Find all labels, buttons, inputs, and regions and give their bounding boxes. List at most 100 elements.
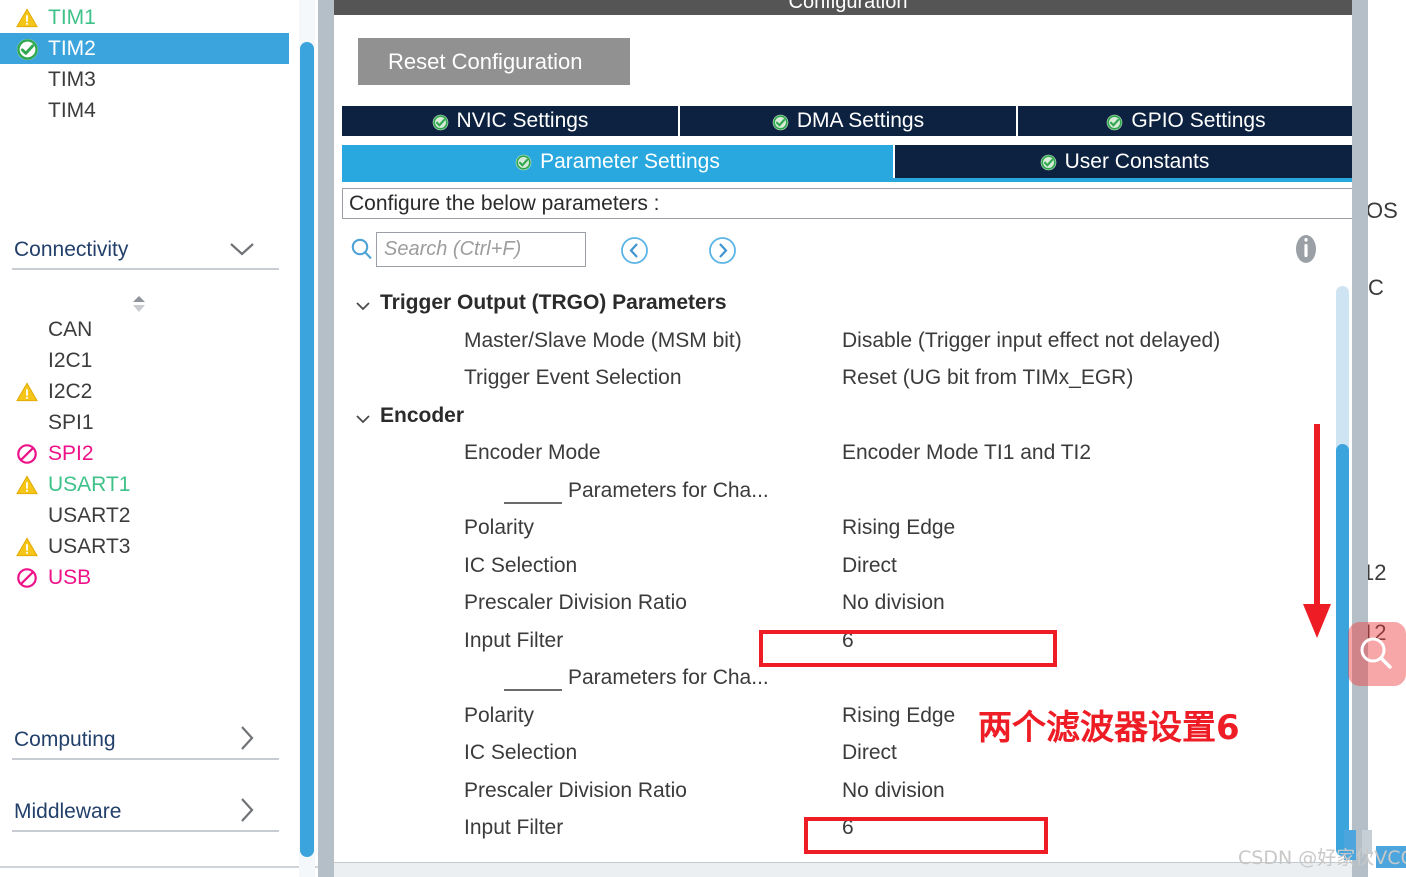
panel-titlebar: Configuration xyxy=(334,0,1362,15)
sidebar-section-label: Middleware xyxy=(14,800,122,823)
param-group-encoder[interactable]: Encoder xyxy=(342,401,1354,439)
param-value[interactable]: Rising Edge xyxy=(842,704,955,728)
info-icon[interactable] xyxy=(1290,232,1322,266)
sidebar-item-label: I2C1 xyxy=(48,349,93,372)
warning-icon xyxy=(16,381,38,403)
param-subheader-channel-1: Parameters for Cha... xyxy=(342,476,1354,514)
panel-title: Configuration xyxy=(788,0,908,13)
param-group-label: Encoder xyxy=(380,403,465,427)
param-name: Polarity xyxy=(464,516,535,539)
param-row-prescaler-ch2[interactable]: Prescaler Division Ratio No division xyxy=(342,776,1354,814)
sidebar-item-tim3[interactable]: TIM3 xyxy=(0,64,289,95)
tab-parameter-settings[interactable]: Parameter Settings xyxy=(342,145,893,178)
tab-nvic-settings[interactable]: NVIC Settings xyxy=(342,106,678,136)
chevron-down-icon xyxy=(229,239,255,261)
sidebar-item-label: CAN xyxy=(48,318,93,341)
sidebar-item-usart2[interactable]: USART2 xyxy=(0,500,289,531)
search-next-button[interactable] xyxy=(708,236,737,265)
tab-user-constants[interactable]: User Constants xyxy=(895,145,1354,178)
sidebar-section-computing[interactable]: Computing xyxy=(0,722,289,758)
param-name: Encoder Mode xyxy=(464,441,601,464)
sidebar-item-label: TIM2 xyxy=(48,37,96,60)
sidebar-item-label: TIM1 xyxy=(48,6,96,29)
sidebar-section-label: Connectivity xyxy=(14,238,129,261)
param-value[interactable]: Disable (Trigger input effect not delaye… xyxy=(842,329,1220,353)
parameter-tree[interactable]: Trigger Output (TRGO) Parameters Master/… xyxy=(342,288,1354,860)
param-value[interactable]: Reset (UG bit from TIMx_EGR) xyxy=(842,366,1133,390)
sidebar-section-connectivity[interactable]: Connectivity xyxy=(0,232,289,268)
sidebar-item-label: TIM4 xyxy=(48,99,96,122)
param-row-ic-selection-ch1[interactable]: IC Selection Direct xyxy=(342,551,1354,589)
sort-arrows-icon[interactable] xyxy=(128,294,150,314)
sidebar-scrollbar-thumb[interactable] xyxy=(300,42,314,857)
annotation-note: 两个滤波器设置6 xyxy=(978,708,1240,748)
sidebar-item-usart3[interactable]: USART3 xyxy=(0,531,289,562)
check-circle-icon xyxy=(515,153,532,171)
sidebar-item-tim2[interactable]: TIM2 xyxy=(0,33,289,64)
chevron-down-icon[interactable] xyxy=(356,412,370,426)
param-row-polarity-ch1[interactable]: Polarity Rising Edge xyxy=(342,513,1354,551)
disabled-icon xyxy=(16,443,38,465)
param-value[interactable]: Rising Edge xyxy=(842,516,955,540)
sidebar-item-spi2[interactable]: SPI2 xyxy=(0,438,289,469)
param-row-prescaler-ch1[interactable]: Prescaler Division Ratio No division xyxy=(342,588,1354,626)
settings-tab-row-1: NVIC Settings DMA Settings GPIO Settings xyxy=(342,106,1354,136)
warning-icon xyxy=(16,7,38,29)
highlight-box-input-filter-ch2 xyxy=(804,817,1048,854)
sidebar-item-label: SPI1 xyxy=(48,411,94,434)
tab-dma-settings[interactable]: DMA Settings xyxy=(680,106,1016,136)
param-row-encoder-mode[interactable]: Encoder Mode Encoder Mode TI1 and TI2 xyxy=(342,438,1354,476)
param-name: Prescaler Division Ratio xyxy=(464,778,687,802)
clipped-text-1: OS xyxy=(1368,198,1398,223)
param-value[interactable]: No division xyxy=(842,779,945,803)
sidebar-item-usart1[interactable]: USART1 xyxy=(0,469,289,500)
param-group-trgo[interactable]: Trigger Output (TRGO) Parameters xyxy=(342,288,1354,326)
chevron-down-icon[interactable] xyxy=(356,299,370,313)
sidebar-bottom-edge xyxy=(0,866,334,877)
param-subheader-label: Parameters for Cha... xyxy=(568,478,769,502)
disabled-icon xyxy=(16,567,38,589)
subheader-rule xyxy=(504,689,562,691)
sidebar-item-label: USART3 xyxy=(48,535,131,558)
vertical-divider xyxy=(318,0,334,877)
sidebar-section-label: Computing xyxy=(14,728,116,751)
divider xyxy=(12,758,279,760)
param-name: Input Filter xyxy=(464,816,564,839)
reset-configuration-button[interactable]: Reset Configuration xyxy=(358,38,630,85)
check-circle-icon xyxy=(1040,153,1057,171)
param-row-trigger-event-selection[interactable]: Trigger Event Selection Reset (UG bit fr… xyxy=(342,363,1354,401)
warning-icon xyxy=(16,536,38,558)
panel-outer-divider xyxy=(1352,0,1368,877)
tab-label: DMA Settings xyxy=(796,109,925,132)
param-row-master-slave-mode[interactable]: Master/Slave Mode (MSM bit) Disable (Tri… xyxy=(342,326,1354,364)
tab-label: NVIC Settings xyxy=(456,109,589,132)
param-value[interactable]: Encoder Mode TI1 and TI2 xyxy=(842,441,1091,465)
sidebar-item-i2c1[interactable]: I2C1 xyxy=(0,345,289,376)
panel-bottom-edge xyxy=(334,862,1362,877)
param-subheader-channel-2: Parameters for Cha... xyxy=(342,663,1354,701)
param-value[interactable]: Direct xyxy=(842,741,897,765)
param-group-label: Trigger Output (TRGO) Parameters xyxy=(380,291,727,314)
param-name: Polarity xyxy=(464,703,535,727)
search-input[interactable] xyxy=(376,232,586,267)
sidebar-item-i2c2[interactable]: I2C2 xyxy=(0,376,289,407)
param-value[interactable]: Direct xyxy=(842,554,897,578)
sidebar-item-tim4[interactable]: TIM4 xyxy=(0,95,289,126)
sidebar-item-tim1[interactable]: TIM1 xyxy=(0,2,289,33)
tab-label: Parameter Settings xyxy=(540,149,720,173)
param-value[interactable]: No division xyxy=(842,591,945,615)
check-circle-icon xyxy=(16,38,39,60)
check-circle-icon xyxy=(772,113,789,130)
left-sidebar[interactable]: TIM1 TIM2 TIM3 TIM4 Connectivity CAN I2C… xyxy=(0,0,289,877)
divider xyxy=(12,830,279,832)
sidebar-item-usb[interactable]: USB xyxy=(0,562,289,593)
sidebar-item-can[interactable]: CAN xyxy=(0,314,289,345)
sidebar-item-spi1[interactable]: SPI1 xyxy=(0,407,289,438)
tab-gpio-settings[interactable]: GPIO Settings xyxy=(1018,106,1354,136)
magnifier-icon[interactable] xyxy=(1348,622,1406,686)
sidebar-section-middleware[interactable]: Middleware xyxy=(0,794,289,830)
sidebar-item-label: USART2 xyxy=(48,504,131,527)
tab-label: GPIO Settings xyxy=(1131,109,1266,132)
check-circle-icon xyxy=(432,113,449,130)
search-prev-button[interactable] xyxy=(620,236,649,265)
